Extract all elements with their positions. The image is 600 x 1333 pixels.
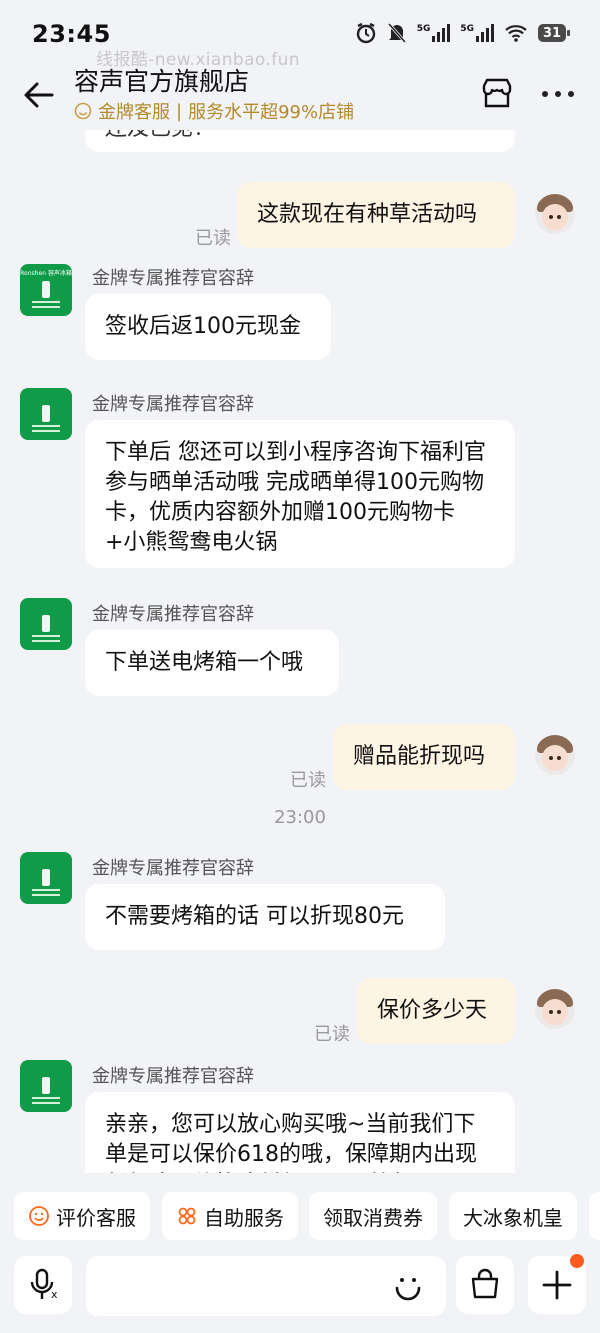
separator: | <box>176 100 183 122</box>
shop-avatar[interactable] <box>20 852 72 904</box>
signal-label: 5G <box>460 24 474 34</box>
message-text: 下单送电烤箱一个哦 <box>105 650 304 675</box>
signal-5g-icon-2: 5G <box>460 24 494 42</box>
service-level-text: 服务水平超99%店铺 <box>188 102 355 123</box>
message-text: 保价多少天 <box>377 998 488 1023</box>
status-bar: 23:45 5G 5G 31 <box>0 0 600 60</box>
user-avatar[interactable] <box>535 735 575 775</box>
message-text: 不需要烤箱的话 可以折现80元 <box>105 904 404 929</box>
read-receipt: 已读 <box>195 228 231 249</box>
message-text: 这款现在有种草活动吗 <box>257 202 478 227</box>
input-bar: x <box>0 1250 600 1333</box>
shopping-bag-button[interactable] <box>456 1256 514 1314</box>
chip-label: 大冰象机皇 <box>463 1205 563 1230</box>
sender-name: 金牌专属推荐官容辞 <box>92 1066 254 1087</box>
back-arrow-icon[interactable] <box>22 78 56 112</box>
message-text: 亲亲，您可以放心购买哦~当前我们下单是可以保价618的哦，保障期内出现任何降了价… <box>105 1112 477 1173</box>
message-text: 赠品能折现吗 <box>353 744 486 769</box>
message-text: 签收后返100元现金 <box>105 314 301 339</box>
status-time: 23:45 <box>32 20 111 48</box>
sender-name: 金牌专属推荐官容辞 <box>92 394 254 415</box>
store-icon[interactable] <box>480 76 514 110</box>
quick-action-self-service[interactable]: 自助服务 <box>162 1192 298 1240</box>
user-message[interactable]: 保价多少天 <box>357 978 515 1044</box>
signal-5g-icon-1: 5G <box>417 24 451 42</box>
watermark: 线报酷-new.xianbao.fun <box>96 50 300 70</box>
chip-label: 自助服务 <box>204 1205 284 1230</box>
shop-message[interactable]: 不需要烤箱的话 可以折现80元 <box>85 884 445 950</box>
read-receipt: 已读 <box>314 1024 350 1045</box>
user-avatar[interactable] <box>535 989 575 1029</box>
signal-label: 5G <box>416 24 431 34</box>
smiley-icon <box>74 102 92 120</box>
smiley-face-icon[interactable] <box>388 1266 428 1306</box>
svg-text:x: x <box>51 1288 58 1301</box>
user-message[interactable]: 赠品能折现吗 <box>333 724 515 790</box>
chat-list[interactable]: 还及已见！ 已读 这款现在有种草活动吗 Ronshen 容声冰箱 金牌专属推荐官… <box>0 130 600 1173</box>
smiley-icon <box>29 1206 49 1226</box>
shop-avatar[interactable] <box>20 388 72 440</box>
shop-message[interactable]: 下单送电烤箱一个哦 <box>85 630 339 696</box>
shop-avatar-brand: Ronshen 容声冰箱 <box>20 270 72 277</box>
shopping-bag-icon <box>471 1268 499 1299</box>
user-message[interactable]: 这款现在有种草活动吗 <box>237 182 515 248</box>
shop-message[interactable]: 下单后 您还可以到小程序咨询下福利官参与晒单活动哦 完成晒单得100元购物卡，优… <box>85 420 515 568</box>
voice-input-button[interactable]: x <box>14 1256 72 1314</box>
wifi-icon <box>505 25 527 42</box>
shop-avatar[interactable] <box>20 598 72 650</box>
message-bubble-partial: 还及已见！ <box>85 130 515 152</box>
quick-action-bar: 评价客服 自助服务 领取消费券 大冰象机皇 <box>0 1182 600 1252</box>
mute-bell-icon <box>387 23 406 43</box>
shop-avatar[interactable] <box>20 1060 72 1112</box>
sender-name: 金牌专属推荐官容辞 <box>92 268 254 289</box>
shop-avatar[interactable]: Ronshen 容声冰箱 <box>20 264 72 316</box>
notification-dot <box>570 1254 584 1268</box>
battery-icon: 31 <box>538 24 570 42</box>
quick-action-coupons[interactable]: 领取消费券 <box>309 1192 437 1240</box>
system-icons: 5G 5G 31 <box>355 22 570 44</box>
sender-name: 金牌专属推荐官容辞 <box>92 858 254 879</box>
sender-name: 金牌专属推荐官容辞 <box>92 604 254 625</box>
flower-grid-icon <box>178 1207 196 1225</box>
quick-action-product[interactable]: 大冰象机皇 <box>449 1192 577 1240</box>
chip-label: 领取消费券 <box>323 1205 423 1230</box>
shop-subtitle: 金牌客服 | 服务水平超99%店铺 <box>74 98 354 124</box>
chat-header: 容声官方旗舰店 金牌客服 | 服务水平超99%店铺 <box>0 60 600 130</box>
chip-label: 评价客服 <box>56 1205 136 1230</box>
alarm-icon <box>356 22 375 44</box>
message-text: 下单后 您还可以到小程序咨询下福利官参与晒单活动哦 完成晒单得100元购物卡，优… <box>105 440 486 555</box>
shop-message[interactable]: 亲亲，您可以放心购买哦~当前我们下单是可以保价618的哦，保障期内出现任何降了价… <box>85 1092 515 1173</box>
partial-message-text: 还及已见！ <box>105 130 215 141</box>
microphone-icon: x <box>30 1268 58 1301</box>
user-avatar[interactable] <box>535 194 575 234</box>
quick-action-more[interactable] <box>589 1192 600 1240</box>
read-receipt: 已读 <box>290 770 326 791</box>
quick-action-rate-service[interactable]: 评价客服 <box>14 1192 150 1240</box>
chat-timestamp: 23:00 <box>274 807 326 828</box>
shop-message[interactable]: 签收后返100元现金 <box>85 294 331 360</box>
more-menu-button[interactable] <box>542 80 574 108</box>
gold-service-badge: 金牌客服 <box>98 102 170 123</box>
